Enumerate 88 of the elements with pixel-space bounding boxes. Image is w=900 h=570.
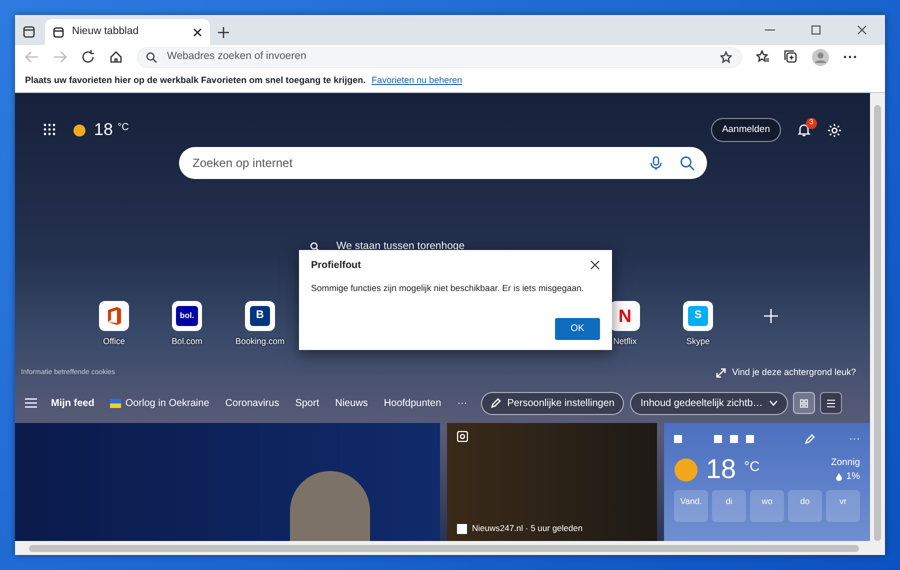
shortcut-label: Bol.com bbox=[172, 334, 202, 348]
plus-icon bbox=[764, 308, 778, 323]
dialog-title: Profielfout bbox=[311, 260, 361, 272]
tab-title: Nieuw tabblad bbox=[72, 24, 140, 40]
shortcut-label: Office bbox=[102, 334, 126, 348]
favorites-link[interactable]: Favorieten nu beheren bbox=[372, 74, 462, 88]
shortcut-logo: B bbox=[250, 306, 270, 326]
shortcut-tile[interactable] bbox=[99, 300, 129, 331]
square-icon bbox=[730, 435, 738, 444]
more-button[interactable]: ··· bbox=[849, 431, 860, 448]
source-logo bbox=[457, 524, 467, 534]
address-bar[interactable]: Webadres zoeken of invoeren bbox=[137, 46, 742, 68]
address-field[interactable]: Webadres zoeken of invoeren bbox=[165, 48, 712, 66]
maximize-icon bbox=[811, 25, 821, 35]
weather-card[interactable]: ··· 18 °C Zonnig 1% Vand. di wo do vr bbox=[664, 423, 870, 541]
temperature: 18 $^{°C}$ bbox=[94, 119, 129, 142]
temperature-unit: °C bbox=[744, 456, 760, 476]
shortcut-label: Netflix bbox=[613, 334, 637, 348]
refresh-button[interactable] bbox=[81, 50, 95, 64]
more-topics-button[interactable]: ··· bbox=[449, 396, 476, 410]
weather-condition: Zonnig bbox=[830, 456, 860, 470]
home-button[interactable] bbox=[109, 50, 123, 64]
sun-icon bbox=[73, 124, 86, 136]
caret-icon bbox=[768, 400, 778, 406]
plus-icon bbox=[218, 26, 228, 38]
shortcut-label: Skype bbox=[686, 334, 710, 348]
feed-tab[interactable]: Mijn feed bbox=[43, 396, 102, 410]
close-icon bbox=[857, 25, 867, 35]
square-icon bbox=[746, 435, 754, 444]
news-card[interactable] bbox=[15, 423, 440, 541]
favorite-star-icon[interactable] bbox=[720, 50, 733, 64]
grid-view-button[interactable] bbox=[792, 392, 815, 414]
sign-in-button[interactable]: Aanmelden bbox=[710, 118, 781, 142]
settings-button[interactable] bbox=[827, 122, 842, 138]
grid-icon bbox=[800, 398, 808, 408]
feed-tab[interactable]: Oorlog in Oekraine bbox=[102, 396, 218, 410]
background-caption: We staan tussen torenhoge bbox=[336, 239, 465, 254]
feed-tab[interactable]: Hoofdpunten bbox=[376, 396, 450, 410]
close-icon[interactable] bbox=[193, 28, 202, 36]
favorites-hint: Plaats uw favorieten hier op de werkbalk Favorieten om snel toegang te krijgen. bbox=[25, 74, 366, 87]
shortcut-label: Booking.com bbox=[235, 334, 285, 348]
weather-temperature: 18 bbox=[706, 456, 736, 484]
shortcut-logo: S bbox=[688, 306, 708, 326]
sun-icon bbox=[674, 458, 698, 482]
shortcut-tile[interactable]: B bbox=[245, 300, 275, 331]
shortcut-tile[interactable]: N bbox=[610, 300, 640, 331]
news-card[interactable]: Nieuws247.nl · 5 uur geleden bbox=[447, 423, 657, 541]
dialog-message: Sommige functies zijn mogelijk niet beschikbaar. Er is iets misgegaan. bbox=[311, 282, 585, 295]
close-button[interactable] bbox=[590, 260, 600, 270]
square-icon bbox=[714, 435, 722, 444]
search-icon[interactable] bbox=[680, 156, 694, 170]
expand-icon bbox=[716, 368, 726, 378]
raindrop-icon bbox=[836, 472, 842, 481]
square-icon bbox=[674, 435, 682, 444]
ok-button[interactable]: OK bbox=[555, 318, 600, 340]
list-icon bbox=[826, 398, 835, 408]
list-view-button[interactable] bbox=[820, 392, 842, 414]
search-icon bbox=[146, 52, 157, 62]
news-source: Nieuws247.nl · 5 uur geleden bbox=[472, 522, 583, 535]
pencil-icon[interactable] bbox=[805, 434, 815, 444]
flag-icon bbox=[110, 398, 122, 408]
content-visibility-dropdown[interactable]: Inhoud gedeeltelijk zichtb… bbox=[630, 392, 788, 414]
microphone-icon[interactable] bbox=[650, 156, 662, 170]
more-button[interactable] bbox=[843, 55, 857, 59]
feed-tab[interactable]: Sport bbox=[287, 396, 328, 410]
profile-button[interactable] bbox=[812, 48, 829, 66]
apps-button[interactable] bbox=[43, 123, 57, 137]
notifications-button[interactable] bbox=[797, 123, 811, 137]
personalize-button[interactable]: Persoonlijke instellingen bbox=[481, 392, 624, 414]
scroll-thumb[interactable] bbox=[874, 105, 881, 541]
image-icon bbox=[457, 431, 468, 442]
menu-icon bbox=[25, 398, 37, 408]
search-bar[interactable]: Zoeken op internet bbox=[178, 147, 706, 179]
favorites-button[interactable] bbox=[756, 50, 770, 64]
collections-button[interactable] bbox=[784, 50, 798, 64]
page-icon bbox=[53, 26, 64, 38]
feed-tab[interactable]: Nieuws bbox=[327, 396, 376, 410]
search-field[interactable]: Zoeken op internet bbox=[190, 153, 632, 173]
shortcut-tile[interactable]: bol. bbox=[172, 300, 202, 331]
window-icon bbox=[23, 26, 35, 38]
browser-tab[interactable]: Nieuw tabblad bbox=[45, 19, 210, 45]
background-feedback-link[interactable]: Vind je deze achtergrond leuk? bbox=[716, 368, 856, 378]
shortcut-logo: bol. bbox=[176, 306, 198, 326]
scroll-thumb[interactable] bbox=[29, 544, 859, 552]
office-logo-icon bbox=[105, 306, 123, 326]
pencil-icon bbox=[491, 398, 502, 408]
precipitation: 1% bbox=[846, 470, 860, 484]
feed-tab[interactable]: Coronavirus bbox=[217, 396, 288, 410]
